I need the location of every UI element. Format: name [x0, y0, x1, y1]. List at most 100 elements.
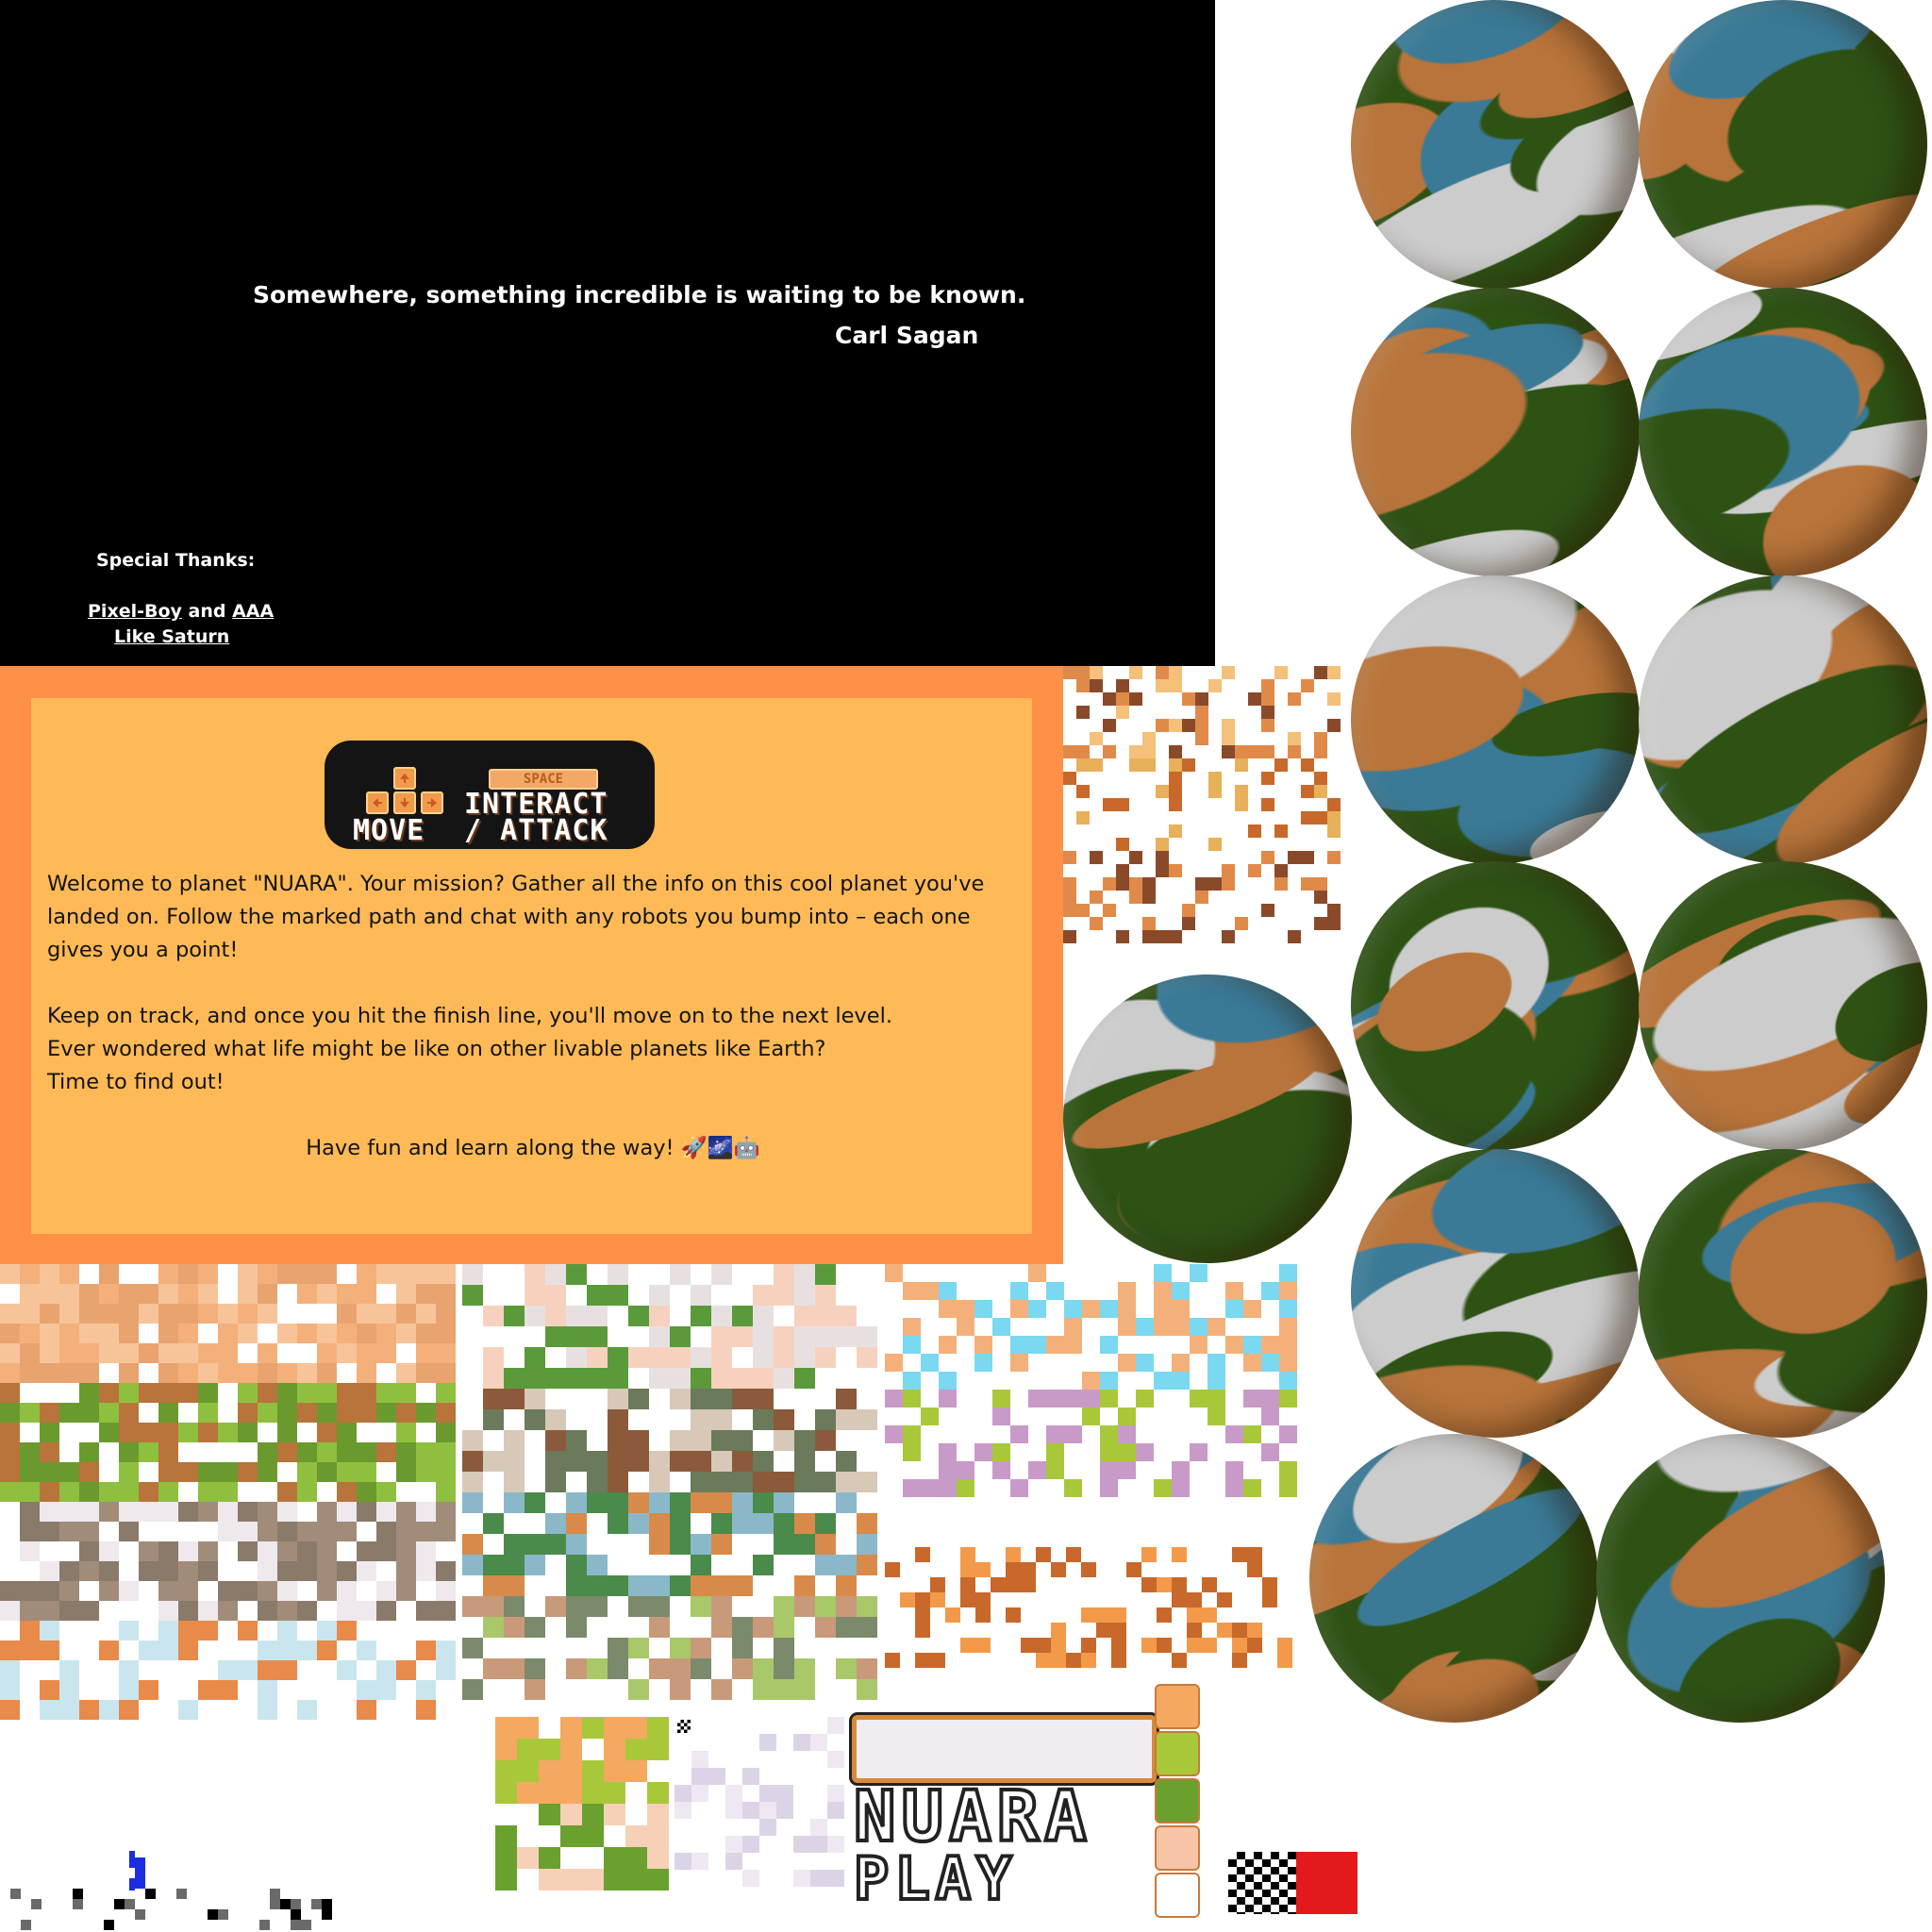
tile	[436, 1264, 456, 1284]
tile	[1116, 692, 1129, 706]
tile	[20, 1700, 40, 1720]
tile	[525, 1389, 545, 1409]
tile	[1156, 864, 1169, 877]
tile	[793, 1836, 810, 1853]
tile	[1225, 1336, 1243, 1354]
tile	[628, 1306, 649, 1326]
tile	[119, 1680, 139, 1700]
tile	[725, 1853, 742, 1870]
like-saturn-link[interactable]: Like Saturn	[114, 626, 229, 647]
tile	[1028, 1461, 1046, 1479]
tile	[504, 1430, 525, 1451]
play-button[interactable]: PLAY	[852, 1842, 1017, 1915]
tile	[10, 1909, 21, 1920]
tile	[1090, 719, 1103, 732]
tile	[197, 1847, 208, 1857]
tile	[1156, 719, 1169, 732]
tile	[921, 1443, 939, 1461]
tile	[628, 1679, 649, 1700]
tile	[1190, 1282, 1208, 1300]
tile	[396, 1363, 416, 1383]
tile	[649, 1451, 670, 1472]
tile	[1142, 679, 1156, 692]
tile	[774, 1617, 794, 1638]
tile	[975, 1592, 991, 1607]
tile	[218, 1601, 238, 1621]
arrow-down-key-icon	[393, 791, 416, 814]
tile	[436, 1522, 456, 1541]
tile	[939, 1282, 957, 1300]
tile	[297, 1462, 317, 1482]
tile	[1279, 1479, 1297, 1497]
tile	[1103, 745, 1116, 758]
tile	[753, 1368, 774, 1389]
tile	[0, 1889, 10, 1899]
tile	[198, 1502, 218, 1522]
tile	[99, 1482, 119, 1502]
tile	[73, 1847, 83, 1857]
tile	[1081, 1607, 1096, 1623]
tile	[322, 1909, 332, 1920]
tile	[1262, 1577, 1277, 1592]
tile	[1301, 679, 1314, 692]
tile	[566, 1264, 587, 1285]
tile	[376, 1343, 396, 1363]
aaa-link[interactable]: AAA	[232, 601, 274, 622]
tile	[59, 1482, 79, 1502]
tile	[827, 1768, 844, 1785]
tile	[836, 1472, 857, 1492]
tile	[625, 1847, 647, 1869]
tile	[198, 1363, 218, 1383]
tile	[139, 1561, 158, 1581]
tile	[753, 1679, 774, 1700]
tile	[1154, 1479, 1172, 1497]
tile	[462, 1534, 483, 1555]
tile	[20, 1522, 40, 1541]
tile	[1182, 758, 1195, 772]
tile	[1046, 1443, 1064, 1461]
tile	[297, 1660, 317, 1680]
tile	[1103, 904, 1116, 917]
tile	[156, 1868, 166, 1878]
tile	[1301, 851, 1314, 864]
tile	[525, 1492, 545, 1513]
tile	[317, 1423, 337, 1442]
tile	[1195, 732, 1208, 745]
tile	[99, 1284, 119, 1304]
tile	[960, 1592, 975, 1607]
tile	[1261, 798, 1274, 811]
tile	[376, 1581, 396, 1601]
pixel-boy-link[interactable]: Pixel-Boy	[88, 601, 182, 622]
tile	[337, 1601, 357, 1621]
tile	[357, 1462, 376, 1482]
tile	[649, 1575, 670, 1596]
tile	[1248, 732, 1261, 745]
tile	[495, 1739, 517, 1760]
mission-line: Time to find out!	[47, 1070, 225, 1094]
tile	[158, 1264, 178, 1284]
tile	[625, 1739, 647, 1760]
tile	[317, 1680, 337, 1700]
tile	[1010, 1425, 1028, 1443]
tile	[1225, 1425, 1243, 1443]
tile	[1172, 1653, 1187, 1668]
tile	[178, 1363, 198, 1383]
tile	[504, 1575, 525, 1596]
tile	[1314, 666, 1327, 679]
tile	[79, 1462, 99, 1482]
tile	[957, 1300, 974, 1318]
tile	[1248, 864, 1261, 877]
tile	[197, 1878, 208, 1889]
tile	[337, 1522, 357, 1541]
tile	[228, 1857, 239, 1868]
tile	[337, 1502, 357, 1522]
tile	[99, 1581, 119, 1601]
name-input-box[interactable]	[852, 1715, 1157, 1783]
tile	[774, 1409, 794, 1430]
ui-icon-sprites	[0, 1847, 349, 1932]
tile	[1301, 758, 1314, 772]
tile	[836, 1409, 857, 1430]
tile	[691, 1430, 711, 1451]
tile	[40, 1680, 59, 1700]
tile	[396, 1462, 416, 1482]
